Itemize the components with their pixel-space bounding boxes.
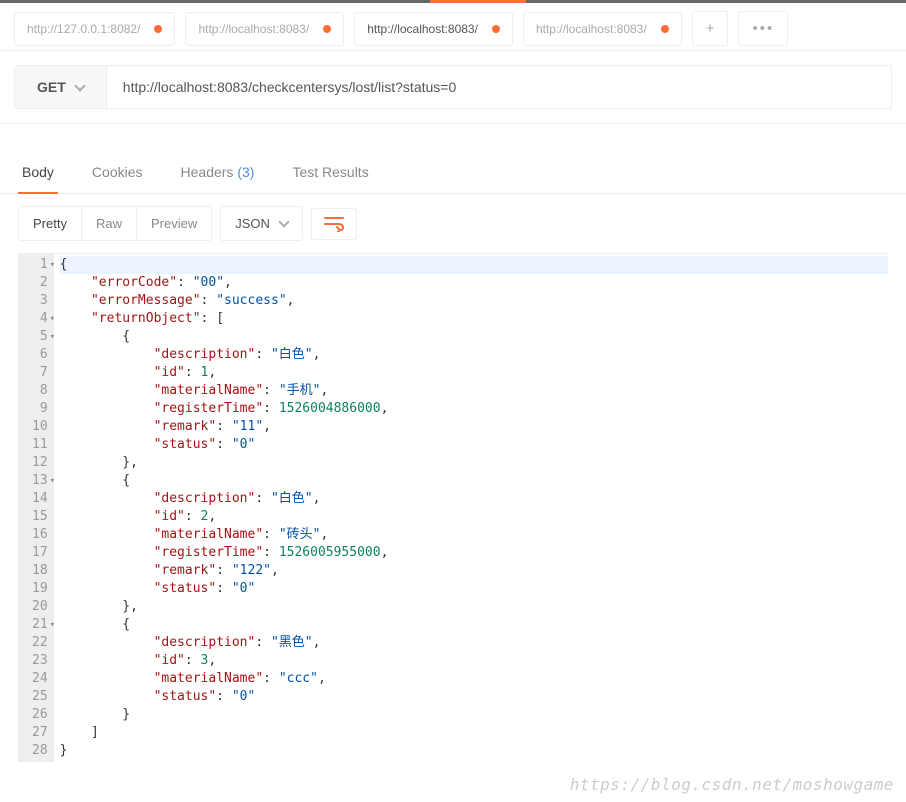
line-number[interactable]: 5 bbox=[32, 328, 48, 346]
line-number[interactable]: 3 bbox=[32, 292, 48, 310]
line-number[interactable]: 15 bbox=[32, 508, 48, 526]
tab-label: http://localhost:8083/ bbox=[198, 22, 309, 36]
code-line: { bbox=[60, 256, 888, 274]
raw-button[interactable]: Raw bbox=[81, 207, 136, 240]
tab-label: http://127.0.0.1:8082/ bbox=[27, 22, 140, 36]
code-line: "returnObject": [ bbox=[60, 310, 888, 328]
request-tab-0[interactable]: http://127.0.0.1:8082/ bbox=[14, 12, 175, 46]
tab-cookies[interactable]: Cookies bbox=[88, 154, 147, 193]
line-number[interactable]: 6 bbox=[32, 346, 48, 364]
code-line: "materialName": "砖头", bbox=[60, 526, 888, 544]
line-number[interactable]: 26 bbox=[32, 706, 48, 724]
unsaved-dot-icon bbox=[492, 25, 500, 33]
line-number[interactable]: 9 bbox=[32, 400, 48, 418]
method-label: GET bbox=[37, 79, 66, 95]
code-line: "status": "0" bbox=[60, 436, 888, 454]
code-line: "id": 2, bbox=[60, 508, 888, 526]
code-line: { bbox=[60, 616, 888, 634]
response-tabs: Body Cookies Headers (3) Test Results bbox=[0, 144, 906, 194]
code-line: }, bbox=[60, 598, 888, 616]
line-number[interactable]: 24 bbox=[32, 670, 48, 688]
tab-label: http://localhost:8083/ bbox=[536, 22, 647, 36]
code-line: "status": "0" bbox=[60, 688, 888, 706]
code-line: "id": 1, bbox=[60, 364, 888, 382]
line-number[interactable]: 20 bbox=[32, 598, 48, 616]
code-line: "registerTime": 1526005955000, bbox=[60, 544, 888, 562]
tab-label: http://localhost:8083/ bbox=[367, 22, 478, 36]
top-accent bbox=[430, 0, 526, 3]
more-tabs-button[interactable]: ••• bbox=[738, 11, 788, 46]
add-tab-button[interactable]: + bbox=[692, 11, 729, 46]
line-number[interactable]: 22 bbox=[32, 634, 48, 652]
tab-headers[interactable]: Headers (3) bbox=[177, 154, 259, 193]
wrap-lines-button[interactable] bbox=[311, 208, 357, 240]
request-tab-3[interactable]: http://localhost:8083/ bbox=[523, 12, 682, 46]
preview-button[interactable]: Preview bbox=[136, 207, 211, 240]
line-number[interactable]: 27 bbox=[32, 724, 48, 742]
response-body-viewer[interactable]: 1234567891011121314151617181920212223242… bbox=[18, 253, 888, 762]
line-number[interactable]: 13 bbox=[32, 472, 48, 490]
request-tab-2[interactable]: http://localhost:8083/ bbox=[354, 12, 513, 46]
line-number[interactable]: 11 bbox=[32, 436, 48, 454]
code-line: "id": 3, bbox=[60, 652, 888, 670]
code-line: "errorMessage": "success", bbox=[60, 292, 888, 310]
view-mode-group: Pretty Raw Preview bbox=[18, 206, 212, 241]
line-number[interactable]: 4 bbox=[32, 310, 48, 328]
line-number[interactable]: 28 bbox=[32, 742, 48, 760]
line-gutter[interactable]: 1234567891011121314151617181920212223242… bbox=[18, 254, 54, 762]
code-line: "remark": "122", bbox=[60, 562, 888, 580]
code-line: } bbox=[60, 706, 888, 724]
wrap-icon bbox=[324, 216, 344, 232]
unsaved-dot-icon bbox=[323, 25, 331, 33]
line-number[interactable]: 18 bbox=[32, 562, 48, 580]
url-input[interactable] bbox=[107, 65, 892, 109]
unsaved-dot-icon bbox=[661, 25, 669, 33]
code-line: { bbox=[60, 472, 888, 490]
line-number[interactable]: 14 bbox=[32, 490, 48, 508]
line-number[interactable]: 8 bbox=[32, 382, 48, 400]
tab-headers-label: Headers bbox=[181, 164, 234, 180]
line-number[interactable]: 25 bbox=[32, 688, 48, 706]
code-line: "description": "黑色", bbox=[60, 634, 888, 652]
code-line: "status": "0" bbox=[60, 580, 888, 598]
format-select[interactable]: JSON bbox=[220, 206, 303, 241]
tab-body[interactable]: Body bbox=[18, 154, 58, 194]
code-line: "errorCode": "00", bbox=[60, 274, 888, 292]
headers-count: (3) bbox=[237, 164, 254, 180]
request-tabs: http://127.0.0.1:8082/http://localhost:8… bbox=[0, 3, 906, 51]
line-number[interactable]: 10 bbox=[32, 418, 48, 436]
request-tab-1[interactable]: http://localhost:8083/ bbox=[185, 12, 344, 46]
tab-test-results[interactable]: Test Results bbox=[288, 154, 372, 193]
watermark: https://blog.csdn.net/moshowgame bbox=[570, 775, 894, 794]
code-line: }, bbox=[60, 454, 888, 472]
code-line: "materialName": "ccc", bbox=[60, 670, 888, 688]
code-line: "materialName": "手机", bbox=[60, 382, 888, 400]
pretty-button[interactable]: Pretty bbox=[19, 207, 81, 240]
code-line: "description": "白色", bbox=[60, 490, 888, 508]
request-bar: GET bbox=[0, 51, 906, 124]
unsaved-dot-icon bbox=[154, 25, 162, 33]
line-number[interactable]: 16 bbox=[32, 526, 48, 544]
chevron-down-icon bbox=[74, 80, 85, 91]
line-number[interactable]: 23 bbox=[32, 652, 48, 670]
view-toolbar: Pretty Raw Preview JSON bbox=[0, 194, 906, 253]
line-number[interactable]: 17 bbox=[32, 544, 48, 562]
code-content[interactable]: { "errorCode": "00", "errorMessage": "su… bbox=[54, 254, 888, 762]
line-number[interactable]: 21 bbox=[32, 616, 48, 634]
code-line: "registerTime": 1526004886000, bbox=[60, 400, 888, 418]
code-line: } bbox=[60, 742, 888, 760]
code-line: { bbox=[60, 328, 888, 346]
code-line: "remark": "11", bbox=[60, 418, 888, 436]
line-number[interactable]: 2 bbox=[32, 274, 48, 292]
format-label: JSON bbox=[235, 216, 270, 231]
code-line: ] bbox=[60, 724, 888, 742]
method-select[interactable]: GET bbox=[14, 65, 107, 109]
line-number[interactable]: 1 bbox=[32, 256, 48, 274]
chevron-down-icon bbox=[278, 216, 289, 227]
line-number[interactable]: 12 bbox=[32, 454, 48, 472]
code-line: "description": "白色", bbox=[60, 346, 888, 364]
line-number[interactable]: 19 bbox=[32, 580, 48, 598]
line-number[interactable]: 7 bbox=[32, 364, 48, 382]
